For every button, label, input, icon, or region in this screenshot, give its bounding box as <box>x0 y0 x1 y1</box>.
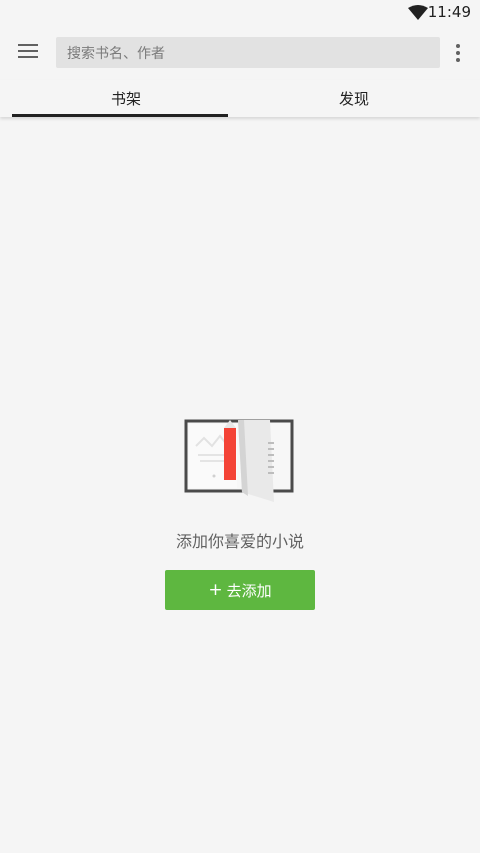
tab-indicator <box>12 114 228 117</box>
status-bar: 11:49 <box>0 0 480 26</box>
empty-state-message: 添加你喜爱的小说 <box>175 532 304 551</box>
menu-button[interactable] <box>14 36 42 66</box>
tab-bar: 书架 发现 <box>0 80 480 117</box>
menu-icon <box>18 44 38 58</box>
add-book-button[interactable]: + 去添加 <box>165 570 315 610</box>
tab-bookshelf[interactable]: 书架 <box>12 80 240 117</box>
plus-icon: + <box>208 580 223 600</box>
tab-discover[interactable]: 发现 <box>240 80 468 117</box>
more-options-button[interactable] <box>448 38 468 68</box>
add-book-button-label: 去添加 <box>226 581 272 600</box>
toolbar: 搜索书名、作者 <box>0 26 480 80</box>
search-placeholder: 搜索书名、作者 <box>67 46 165 62</box>
status-time: 11:49 <box>427 3 471 21</box>
open-book-illustration <box>184 419 294 502</box>
more-vert-icon <box>456 44 460 62</box>
wifi-icon <box>408 5 428 20</box>
search-input[interactable]: 搜索书名、作者 <box>56 37 440 68</box>
